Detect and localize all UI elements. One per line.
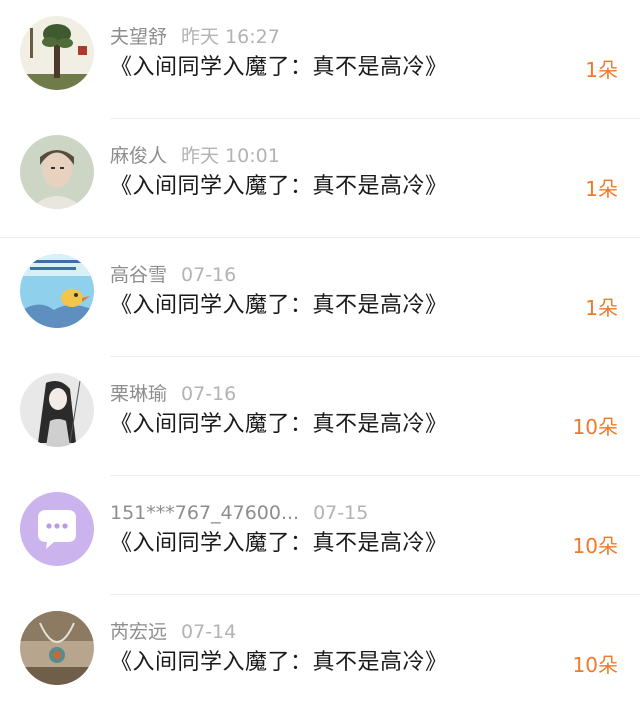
book-title[interactable]: 《入间同学入魔了：真不是高冷》 [110,171,448,203]
gift-count: 10朵 [572,415,618,439]
gift-record-list: 夫望舒 昨天 16:27 《入间同学入魔了：真不是高冷》 1朵 麻俊人 昨天 10:… [0,0,640,713]
timestamp: 07-14 [181,621,237,643]
username[interactable]: 高谷雪 [110,264,167,286]
book-title[interactable]: 《入间同学入魔了：真不是高冷》 [110,647,448,679]
item-meta: 高谷雪 07-16 [110,262,236,288]
list-item[interactable]: 芮宏远 07-14 《入间同学入魔了：真不是高冷》 10朵 [0,595,640,714]
book-title[interactable]: 《入间同学入魔了：真不是高冷》 [110,409,448,441]
list-item[interactable]: 151***767_47600... 07-15 《入间同学入魔了：真不是高冷》 … [0,476,640,595]
necklace-photo-avatar[interactable] [20,611,94,685]
gift-count: 1朵 [585,296,618,320]
list-item[interactable]: 高谷雪 07-16 《入间同学入魔了：真不是高冷》 1朵 [0,238,640,357]
book-title[interactable]: 《入间同学入魔了：真不是高冷》 [110,290,448,322]
list-item[interactable]: 栗琳瑜 07-16 《入间同学入魔了：真不是高冷》 10朵 [0,357,640,476]
timestamp: 昨天 10:01 [181,145,280,167]
ink-drawing-avatar[interactable] [20,373,94,447]
username[interactable]: 麻俊人 [110,145,167,167]
cartoon-bird-avatar[interactable] [20,254,94,328]
gift-count: 10朵 [572,534,618,558]
item-meta: 栗琳瑜 07-16 [110,381,236,407]
portrait-photo-avatar[interactable] [20,135,94,209]
timestamp: 07-15 [313,502,369,524]
gift-count: 1朵 [585,177,618,201]
gift-count: 1朵 [585,58,618,82]
username[interactable]: 栗琳瑜 [110,383,167,405]
chat-bubble-default-avatar[interactable] [20,492,94,566]
item-meta: 151***767_47600... 07-15 [110,500,368,526]
list-item[interactable]: 夫望舒 昨天 16:27 《入间同学入魔了：真不是高冷》 1朵 [0,0,640,119]
list-item[interactable]: 麻俊人 昨天 10:01 《入间同学入魔了：真不是高冷》 1朵 [0,119,640,238]
book-title[interactable]: 《入间同学入魔了：真不是高冷》 [110,528,448,560]
item-meta: 夫望舒 昨天 16:27 [110,24,280,50]
timestamp: 昨天 16:27 [181,26,280,48]
tree-painting-avatar[interactable] [20,16,94,90]
timestamp: 07-16 [181,383,237,405]
username[interactable]: 151***767_47600... [110,502,299,524]
timestamp: 07-16 [181,264,237,286]
username[interactable]: 芮宏远 [110,621,167,643]
book-title[interactable]: 《入间同学入魔了：真不是高冷》 [110,52,448,84]
gift-count: 10朵 [572,653,618,677]
item-meta: 芮宏远 07-14 [110,619,236,645]
item-meta: 麻俊人 昨天 10:01 [110,143,280,169]
username[interactable]: 夫望舒 [110,26,167,48]
